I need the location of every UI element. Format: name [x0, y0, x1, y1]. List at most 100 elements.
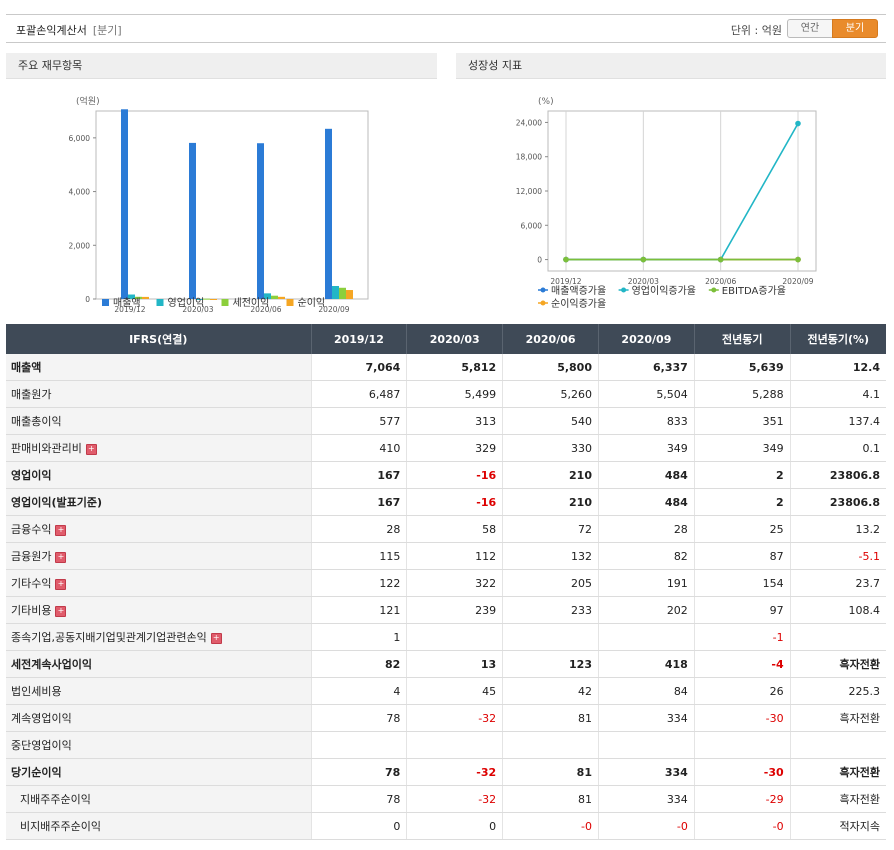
toggle-quarter-button[interactable]: 분기 — [832, 19, 878, 38]
bar-0 — [121, 109, 128, 299]
row-label: 영업이익(발표기준) — [6, 488, 312, 516]
table-row: 영업이익 167 -16 210 484 2 23806.8 — [6, 461, 886, 489]
table-cell: 흑자전환 — [790, 785, 886, 813]
table-row: 지배주주순이익 78 -32 81 334 -29 흑자전환 — [6, 785, 886, 813]
table-cell: 330 — [502, 434, 599, 462]
key-items-panel: 주요 재무항목 (억원) 0 2,000 4,000 6,000 2019/12 2020/… — [6, 53, 437, 321]
growth-line-chart: (%) 0 6,000 12,000 18,000 24,000 2019/12 2020/0… — [516, 97, 817, 310]
growth-panel: 성장성 지표 (%) 0 6,000 12,000 18,000 24,000 2019/1… — [456, 53, 886, 321]
table-cell: 210 — [502, 488, 599, 516]
bar-0 — [257, 143, 264, 299]
legend-marker — [540, 300, 546, 306]
table-row: 영업이익(발표기준) 167 -16 210 484 2 23806.8 — [6, 488, 886, 516]
table-row: 비지배주주순이익 0 0 -0 -0 -0 적자지속 — [6, 812, 886, 840]
table-cell: 329 — [406, 434, 504, 462]
row-label: 매출액 — [6, 354, 312, 381]
line-point-2 — [640, 256, 647, 263]
header-period-column: 2020/06 — [502, 324, 599, 354]
table-cell: 202 — [598, 596, 695, 624]
statement-subtitle: [분기] — [92, 24, 122, 37]
table-cell: 6,337 — [598, 354, 695, 381]
row-label: 매출총이익 — [6, 407, 312, 435]
row-label-text: 계속영업이익 — [11, 712, 72, 725]
table-cell — [502, 731, 599, 759]
table-cell: 81 — [502, 758, 599, 786]
legend-swatch — [102, 299, 109, 306]
table-cell: 2 — [694, 488, 791, 516]
table-cell — [406, 731, 504, 759]
table-cell: -0 — [694, 812, 791, 840]
table-cell: 5,639 — [694, 354, 791, 381]
table-header: IFRS(연결) 2019/12 2020/03 2020/06 2020/09 전년동기… — [6, 324, 886, 354]
table-cell: 322 — [406, 569, 504, 597]
table-row: 판매비와관리비 +410 329 330 349 349 0.1 — [6, 434, 886, 462]
table-cell: 28 — [598, 515, 695, 543]
growth-title: 성장성 지표 — [456, 53, 886, 79]
table-cell: -1 — [694, 623, 791, 651]
row-label[interactable]: 판매비와관리비 + — [6, 434, 312, 462]
line-chart-unit: (%) — [538, 97, 554, 107]
table-cell: 58 — [406, 515, 504, 543]
toggle-annual-button[interactable]: 연간 — [787, 19, 833, 38]
table-cell: 5,504 — [598, 380, 695, 408]
line-point-1 — [795, 120, 801, 127]
row-label: 영업이익 — [6, 461, 312, 489]
table-cell: 112 — [406, 542, 504, 570]
table-cell: 122 — [311, 569, 408, 597]
table-cell: 5,288 — [694, 380, 791, 408]
table-cell: 5,499 — [406, 380, 504, 408]
table-cell: 81 — [502, 785, 599, 813]
table-cell — [790, 731, 886, 759]
row-label-text: 영업이익(발표기준) — [11, 496, 103, 509]
bar-y-tick-label: 4,000 — [69, 188, 91, 197]
bar-2 — [271, 295, 278, 299]
expand-icon[interactable]: + — [210, 632, 222, 644]
table-row: 매출총이익 577 313 540 833 351 137.4 — [6, 407, 886, 435]
table-cell: 115 — [311, 542, 408, 570]
table-cell: -16 — [406, 461, 504, 489]
table-cell: 97 — [694, 596, 791, 624]
expand-icon[interactable]: + — [55, 578, 67, 590]
key-items-bar-chart: (억원)02,0004,0006,0002019/12 2020/03 2020/0… — [69, 95, 369, 314]
row-label-text: 종속기업,공동지배기업및관계기업관련손익 — [11, 631, 207, 644]
row-label[interactable]: 금융원가 + — [6, 542, 312, 570]
table-cell: -29 — [694, 785, 791, 813]
income-statement-table: IFRS(연결) 2019/12 2020/03 2020/06 2020/09 전년동기… — [6, 324, 886, 840]
table-cell: 334 — [598, 758, 695, 786]
line-point-2 — [795, 256, 801, 263]
legend-label: 매출액 — [113, 297, 141, 309]
table-cell: 28 — [311, 515, 408, 543]
header-period-column: 2020/09 — [598, 324, 695, 354]
table-cell: 78 — [311, 704, 408, 732]
table-cell: 78 — [311, 785, 408, 813]
table-cell: 81 — [502, 704, 599, 732]
table-cell: 132 — [502, 542, 599, 570]
table-row: 기타비용 +121 239 233 202 97 108.4 — [6, 596, 886, 624]
table-cell: 12.4 — [790, 354, 886, 381]
table-cell: 410 — [311, 434, 408, 462]
expand-icon[interactable]: + — [55, 551, 67, 563]
bar-y-tick-label: 2,000 — [69, 241, 91, 250]
row-label[interactable]: 금융수익 + — [6, 515, 312, 543]
table-cell — [311, 731, 408, 759]
table-cell: 313 — [406, 407, 504, 435]
table-cell: 84 — [598, 677, 695, 705]
table-cell: 0 — [311, 812, 408, 840]
row-label-text: 금융수익 — [11, 523, 52, 536]
row-label[interactable]: 기타비용 + — [6, 596, 312, 624]
line-y-tick-label: 18,000 — [516, 153, 542, 162]
row-label[interactable]: 기타수익 + — [6, 569, 312, 597]
table-cell: 484 — [598, 461, 695, 489]
table-body: 매출액 7,064 5,812 5,800 6,337 5,639 12.4 매출원가 6,48… — [6, 354, 886, 840]
legend-label: 순이익증가율 — [551, 298, 606, 310]
expand-icon[interactable]: + — [55, 605, 67, 617]
expand-icon[interactable]: + — [55, 524, 67, 536]
table-row: 기타수익 +122 322 205 191 154 23.7 — [6, 569, 886, 597]
table-cell: 5,800 — [502, 354, 599, 381]
expand-icon[interactable]: + — [85, 443, 97, 455]
row-label[interactable]: 종속기업,공동지배기업및관계기업관련손익 + — [6, 623, 312, 651]
bar-chart-unit: (억원) — [76, 95, 100, 107]
table-cell: 42 — [502, 677, 599, 705]
line-point-2 — [717, 256, 724, 263]
table-cell — [598, 623, 695, 651]
